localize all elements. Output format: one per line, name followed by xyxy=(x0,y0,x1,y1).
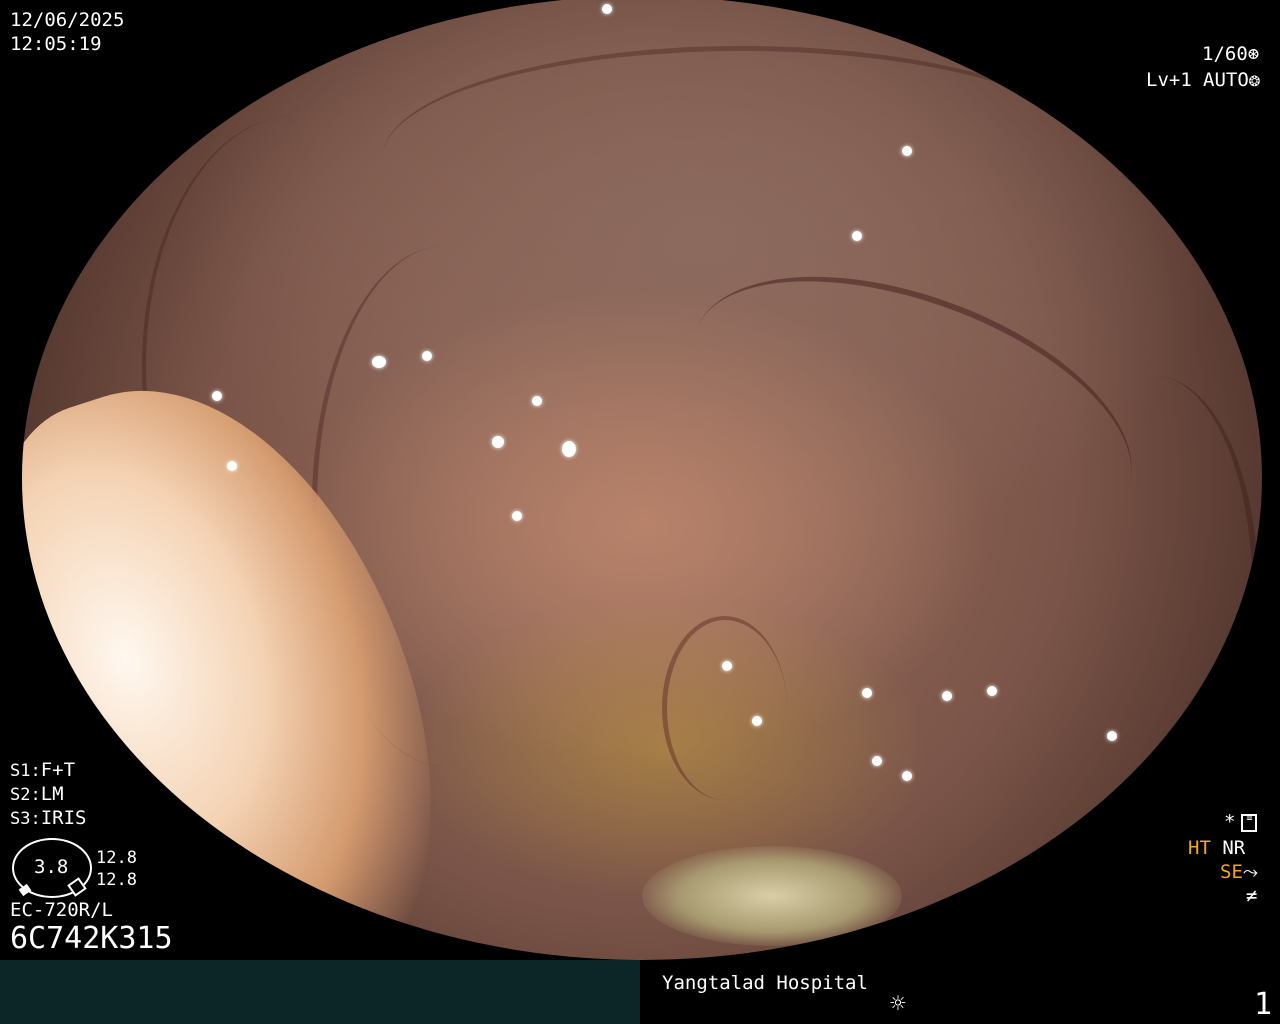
settings-icon: ≡ xyxy=(1241,813,1258,832)
stiffness-gauge: 3.8 xyxy=(12,838,92,898)
light-glare xyxy=(722,661,732,671)
setting-s1: S1:F+T xyxy=(10,759,76,781)
light-glare xyxy=(1107,731,1117,741)
light-glare xyxy=(752,716,762,726)
light-glare xyxy=(902,771,912,781)
gauge-side-value-2: 12.8 xyxy=(96,870,137,890)
page-number: 1 xyxy=(1253,987,1272,1022)
mucosal-fold xyxy=(1052,376,1258,796)
mucosal-fold xyxy=(382,46,1102,271)
date: 12/06/2025 xyxy=(10,9,125,31)
light-glare xyxy=(862,688,872,698)
structure-enhance-icon: ⤳ xyxy=(1242,861,1259,883)
light-glare xyxy=(987,686,997,696)
level-readout: Lv+1 xyxy=(1146,69,1192,91)
aperture-icon: ⊛ xyxy=(1247,43,1260,65)
gauge-marker xyxy=(67,877,87,897)
light-glare xyxy=(212,391,222,401)
mode-se: SE⤳ xyxy=(1220,861,1259,883)
scope-serial: 6C742K315 xyxy=(10,921,173,956)
mucosal-fold xyxy=(662,616,787,800)
endoscope-view xyxy=(22,0,1262,960)
iris-icon: ❂ xyxy=(1248,69,1261,91)
mode-ht-nr: HT NR xyxy=(1188,837,1246,859)
gauge-indicator xyxy=(18,883,32,897)
light-glare xyxy=(902,146,912,156)
light-glare xyxy=(227,461,237,471)
sun-icon: ☼ xyxy=(890,989,906,1019)
light-glare xyxy=(532,396,542,406)
debris xyxy=(642,846,902,946)
scope-model: EC-720R/L xyxy=(10,899,113,921)
setting-s2: S2:LM xyxy=(10,783,64,805)
light-glare xyxy=(492,436,504,448)
light-glare xyxy=(852,231,862,241)
shutter-speed: 1/60⊛ xyxy=(1202,43,1260,65)
iris-mode: AUTO❂ xyxy=(1203,69,1261,91)
light-glare xyxy=(562,441,576,457)
bottom-bar: Yangtalad Hospital ☼ 1 xyxy=(0,960,1280,1024)
light-glare xyxy=(942,691,952,701)
gauge-side-value-1: 12.8 xyxy=(96,848,137,868)
time: 12:05:19 xyxy=(10,33,102,55)
light-glare xyxy=(602,4,612,14)
gauge-value: 3.8 xyxy=(34,856,69,878)
setting-s3: S3:IRIS xyxy=(10,807,87,829)
mode-star: * ≡ xyxy=(1224,810,1258,834)
freeze-icon: ≠ xyxy=(1246,885,1258,907)
light-glare xyxy=(512,511,522,521)
light-glare xyxy=(872,756,882,766)
light-glare xyxy=(422,351,432,361)
footer-panel: Yangtalad Hospital ☼ 1 xyxy=(640,960,1280,1024)
light-glare xyxy=(372,356,386,368)
hospital-name: Yangtalad Hospital xyxy=(662,972,868,994)
